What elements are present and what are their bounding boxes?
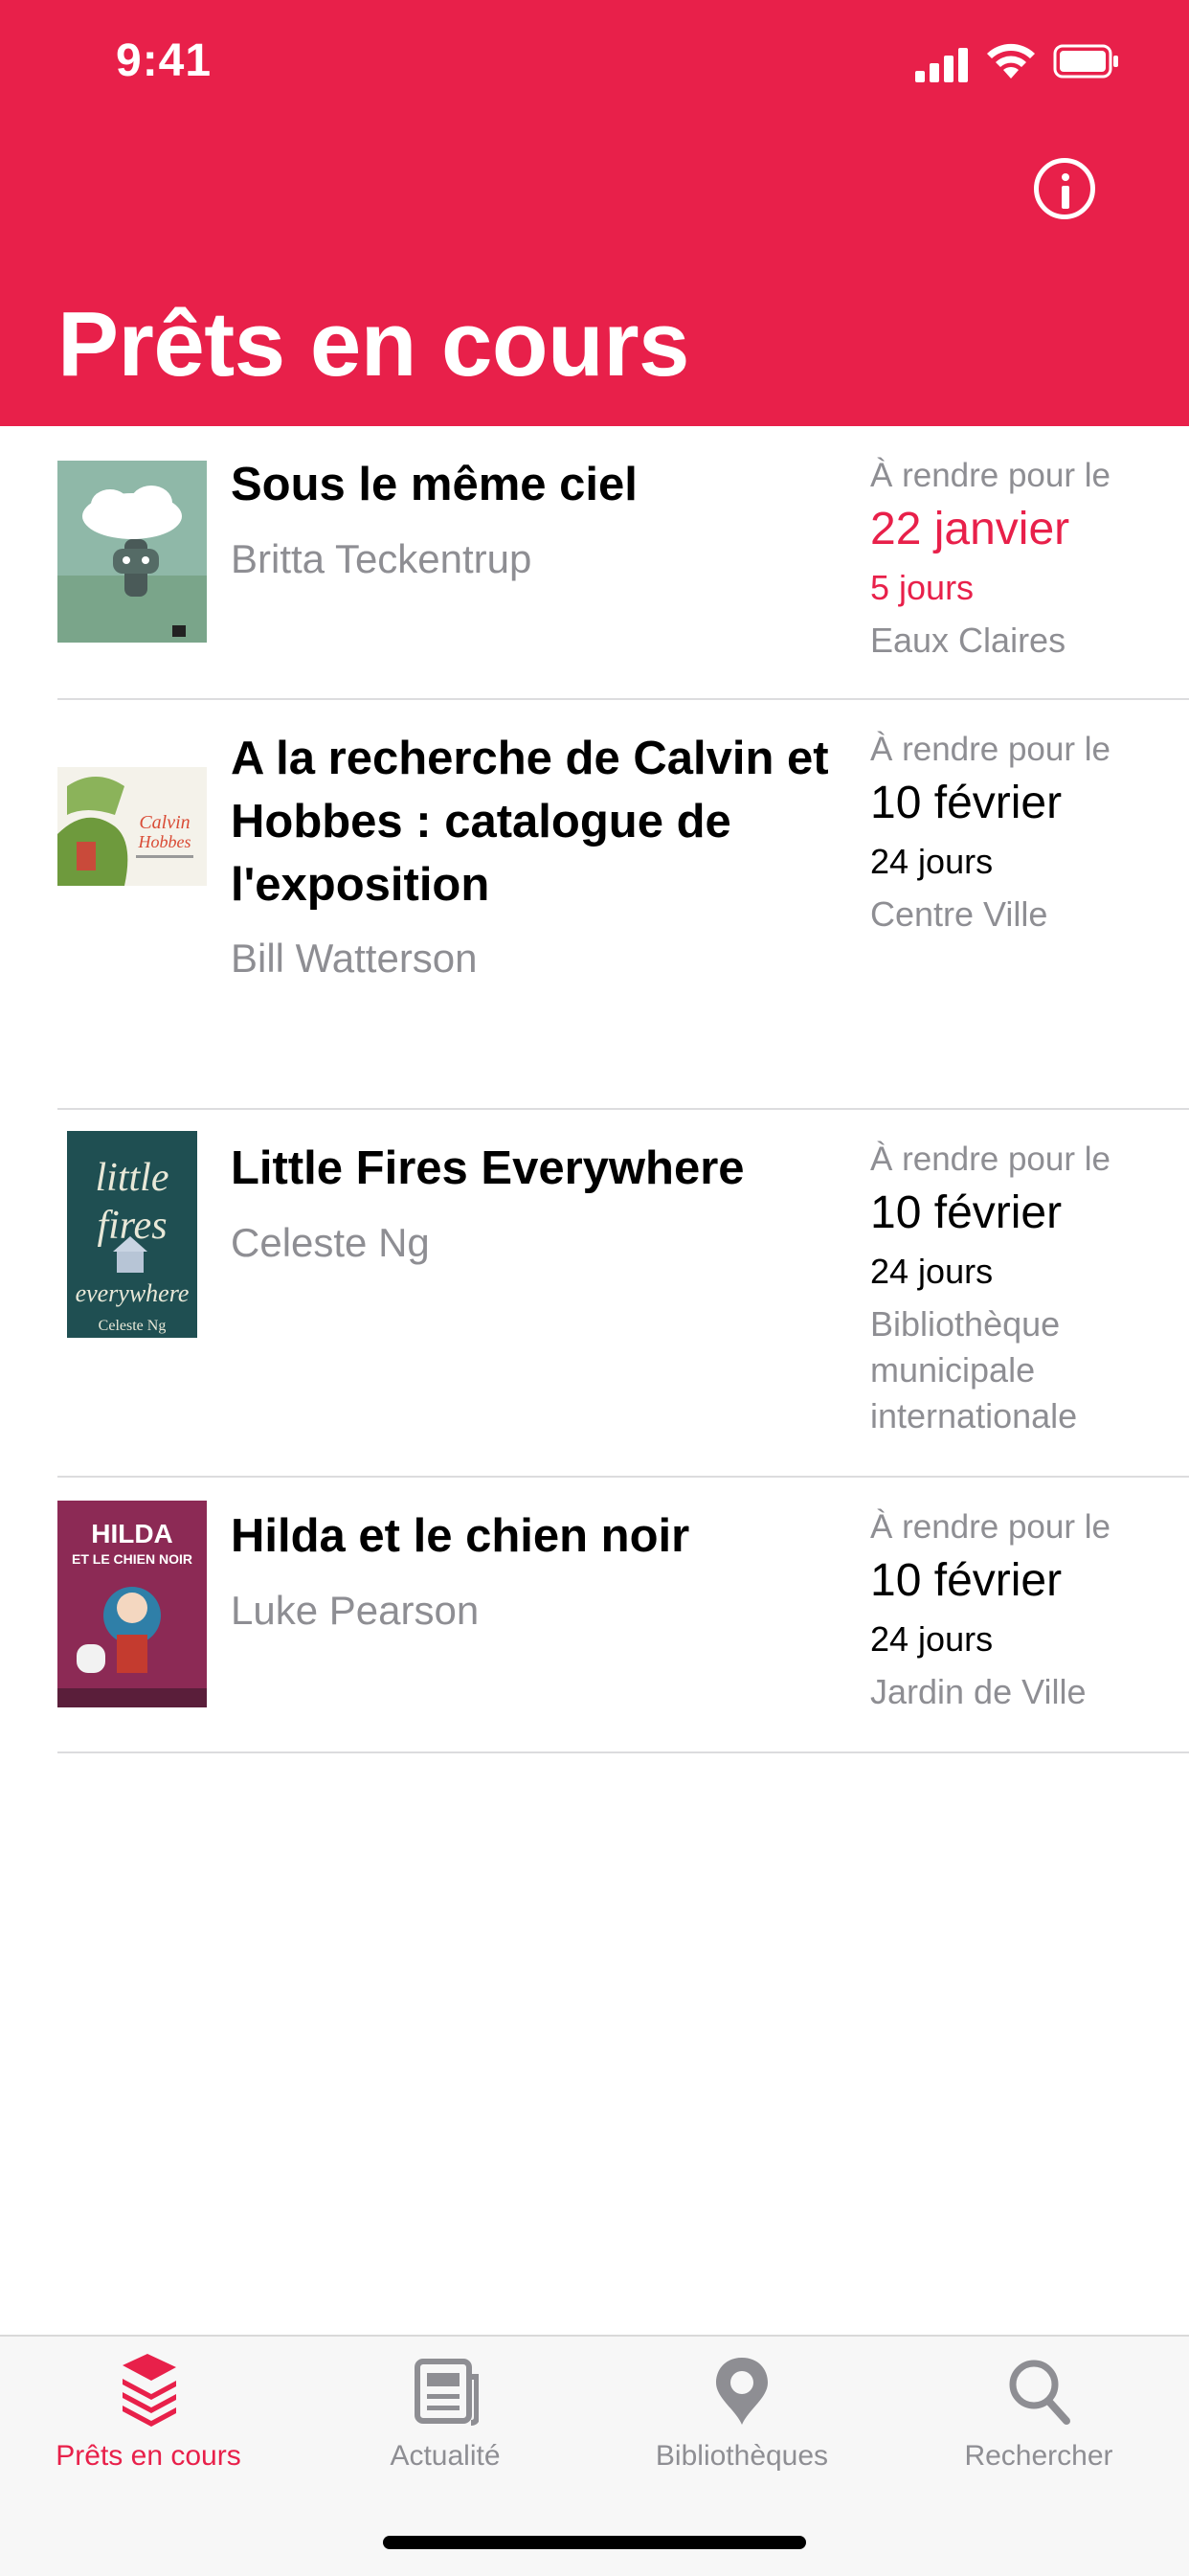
book-cover bbox=[57, 461, 207, 643]
tab-label: Rechercher bbox=[964, 2440, 1113, 2472]
book-title: A la recherche de Calvin et Hobbes : cat… bbox=[231, 733, 829, 911]
book-title: Hilda et le chien noir bbox=[231, 1510, 690, 1562]
days-left: 5 jours bbox=[870, 568, 975, 607]
book-cover: little fires everywhere Celeste Ng bbox=[67, 1131, 197, 1338]
due-label: À rendre pour le bbox=[870, 1508, 1110, 1546]
due-date: 10 février bbox=[870, 778, 1063, 828]
navigation-header: 9:41 Prêts en cours bbox=[0, 0, 1189, 426]
loan-row[interactable]: Sous le même ciel Britta Teckentrup À re… bbox=[0, 426, 1189, 700]
map-pin-icon bbox=[716, 2358, 768, 2425]
due-date: 10 février bbox=[870, 1187, 1063, 1238]
due-info: À rendre pour le 22 janvier 5 jours Eaux… bbox=[870, 455, 1177, 664]
svg-text:little: little bbox=[96, 1156, 169, 1200]
book-author: Britta Teckentrup bbox=[231, 536, 532, 581]
tab-search[interactable]: Rechercher bbox=[895, 2337, 1182, 2499]
svg-text:Celeste Ng: Celeste Ng bbox=[99, 1318, 167, 1334]
days-left: 24 jours bbox=[870, 1252, 994, 1291]
days-left: 24 jours bbox=[870, 842, 994, 881]
loan-row[interactable]: Calvin Hobbes A la recherche de Calvin e… bbox=[0, 700, 1189, 1110]
library-branch: Jardin de Ville bbox=[870, 1672, 1087, 1711]
tab-libraries[interactable]: Bibliothèques bbox=[598, 2337, 886, 2499]
library-branch: Eaux Claires bbox=[870, 621, 1066, 660]
book-cover: HILDA ET LE CHIEN NOIR bbox=[57, 1501, 207, 1707]
newspaper-icon bbox=[415, 2359, 479, 2426]
info-icon[interactable] bbox=[1034, 158, 1095, 219]
due-info: À rendre pour le 10 février 24 jours Cen… bbox=[870, 729, 1177, 938]
due-label: À rendre pour le bbox=[870, 1141, 1110, 1178]
wifi-icon bbox=[987, 43, 1035, 79]
tab-label: Actualité bbox=[390, 2440, 501, 2472]
search-icon bbox=[1009, 2360, 1070, 2425]
loan-row[interactable]: HILDA ET LE CHIEN NOIR Hilda et le chien… bbox=[0, 1478, 1189, 1753]
due-date: 22 janvier bbox=[870, 504, 1070, 554]
library-branch: Centre Ville bbox=[870, 894, 1048, 934]
svg-text:Calvin: Calvin bbox=[139, 812, 190, 833]
svg-text:HILDA: HILDA bbox=[91, 1519, 173, 1548]
book-cover: Calvin Hobbes bbox=[57, 767, 207, 886]
book-author: Luke Pearson bbox=[231, 1588, 480, 1633]
books-stack-icon bbox=[123, 2354, 176, 2427]
page-title: Prêts en cours bbox=[57, 293, 689, 395]
book-title: Little Fires Everywhere bbox=[231, 1142, 745, 1194]
svg-text:Hobbes: Hobbes bbox=[138, 832, 191, 851]
book-author: Celeste Ng bbox=[231, 1220, 430, 1265]
due-label: À rendre pour le bbox=[870, 731, 1110, 768]
due-date: 10 février bbox=[870, 1555, 1063, 1606]
tab-loans[interactable]: Prêts en cours bbox=[5, 2337, 292, 2499]
tab-news[interactable]: Actualité bbox=[302, 2337, 589, 2499]
due-label: À rendre pour le bbox=[870, 457, 1110, 494]
row-divider bbox=[57, 1751, 1189, 1753]
days-left: 24 jours bbox=[870, 1619, 994, 1659]
loan-row[interactable]: little fires everywhere Celeste Ng Littl… bbox=[0, 1110, 1189, 1478]
svg-text:everywhere: everywhere bbox=[76, 1279, 190, 1307]
book-author: Bill Watterson bbox=[231, 936, 478, 981]
book-title: Sous le même ciel bbox=[231, 459, 638, 510]
cellular-signal-icon bbox=[915, 46, 969, 82]
tab-label: Prêts en cours bbox=[56, 2440, 241, 2472]
tab-label: Bibliothèques bbox=[655, 2440, 829, 2472]
home-indicator[interactable] bbox=[383, 2536, 806, 2549]
due-info: À rendre pour le 10 février 24 jours Jar… bbox=[870, 1506, 1177, 1715]
status-time: 9:41 bbox=[116, 35, 213, 86]
library-branch: Bibliothèque municipale internationale bbox=[870, 1304, 1078, 1435]
battery-icon bbox=[1053, 44, 1118, 79]
svg-text:ET LE CHIEN NOIR: ET LE CHIEN NOIR bbox=[72, 1551, 192, 1567]
due-info: À rendre pour le 10 février 24 jours Bib… bbox=[870, 1139, 1177, 1439]
